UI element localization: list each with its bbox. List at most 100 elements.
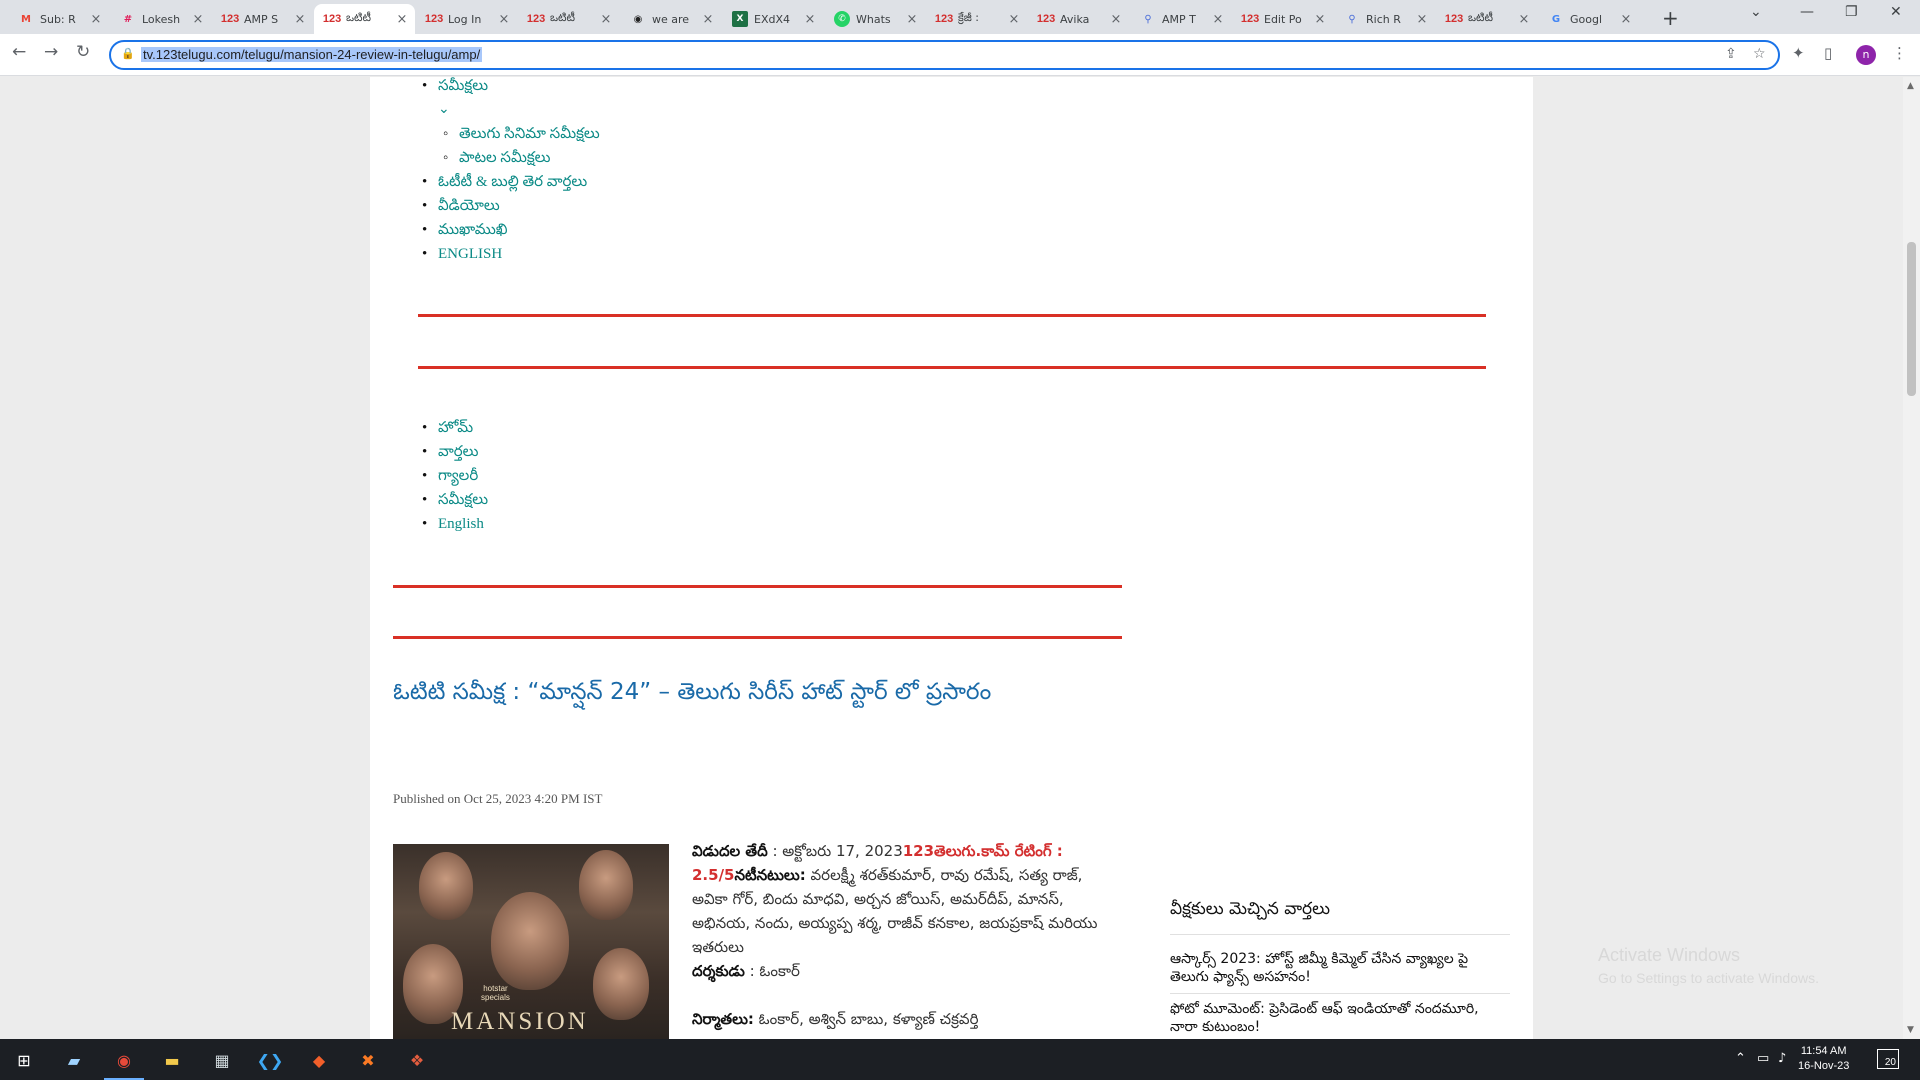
menu-item-english[interactable]: ENGLISH (422, 242, 600, 266)
windows-start-icon[interactable]: ⊞ (12, 1048, 36, 1072)
new-tab-button[interactable]: + (1662, 6, 1679, 30)
address-bar[interactable]: 🔒 tv.123telugu.com/telugu/mansion-24-rev… (109, 40, 1780, 70)
browser-tab[interactable]: X EXdX4 × (722, 4, 823, 34)
sidebar-news-link[interactable]: ఆస్కార్స్ 2023: హోస్ట్ జిమ్మీ కిమ్మెల్ చ… (1170, 950, 1490, 986)
chrome-icon[interactable]: ◉ (104, 1048, 144, 1080)
restore-button[interactable]: ❐ (1845, 4, 1858, 20)
share-icon[interactable]: ⇪ (1725, 46, 1737, 62)
close-tab-icon[interactable]: × (89, 12, 103, 27)
browser-tab[interactable]: G Googl × (1538, 4, 1639, 34)
browser-tab[interactable]: 123 ఒటిటీ × (518, 4, 619, 34)
browser-tab[interactable]: ◉ we are × (620, 4, 721, 34)
movie-poster-image: hotstar specials MANSION (393, 844, 669, 1039)
producers-value: ఓంకార్, అశ్విన్ బాబు, కళ్యాణ్ చక్రవర్తి (753, 1010, 979, 1028)
volume-icon[interactable]: ♪ (1778, 1051, 1786, 1066)
file-explorer-icon[interactable]: ▬ (160, 1048, 184, 1072)
close-tab-icon[interactable]: × (701, 12, 715, 27)
browser-tab[interactable]: ⚲ Rich R × (1334, 4, 1435, 34)
calculator-icon[interactable]: ▦ (210, 1048, 234, 1072)
tray-chevron-icon[interactable]: ⌃ (1735, 1051, 1746, 1066)
forward-icon[interactable]: → (44, 42, 58, 62)
close-tab-icon[interactable]: × (905, 12, 919, 27)
bookmark-star-icon[interactable]: ☆ (1753, 46, 1766, 62)
close-tab-icon[interactable]: × (293, 12, 307, 27)
lock-icon[interactable]: 🔒 (121, 47, 135, 60)
menu-item-reviews[interactable]: సమీక్షలు (422, 488, 488, 512)
close-tab-icon[interactable]: × (1517, 12, 1531, 27)
browser-tab[interactable]: M Sub: R × (8, 4, 109, 34)
menu-item-movie-reviews[interactable]: తెలుగు సినిమా సమీక్షలు (443, 122, 600, 146)
published-date: Published on Oct 25, 2023 4:20 PM IST (393, 791, 603, 806)
divider (418, 314, 1486, 317)
close-tab-icon[interactable]: × (395, 12, 409, 27)
cast-label: నటీనటులు: (734, 866, 806, 884)
menu-item-english[interactable]: English (422, 512, 488, 536)
menu-item-news[interactable]: వార్తలు (422, 440, 488, 464)
close-tab-icon[interactable]: × (497, 12, 511, 27)
vertical-scrollbar[interactable]: ▲ ▼ (1903, 77, 1920, 1039)
menu-item-videos[interactable]: వీడియోలు (422, 194, 600, 218)
menu-kebab-icon[interactable]: ⋮ (1892, 44, 1907, 62)
close-tab-icon[interactable]: × (599, 12, 613, 27)
side-panel-icon[interactable]: ▯ (1824, 44, 1832, 62)
sidebar-title: వీక్షకులు మెచ్చిన వార్తలు (1170, 899, 1331, 919)
brave-icon[interactable]: ◆ (307, 1048, 331, 1072)
browser-tab[interactable]: 123 ఒటిటీ × (1436, 4, 1537, 34)
scrollbar-thumb[interactable] (1907, 242, 1916, 396)
filezilla-icon[interactable]: ❖ (405, 1048, 429, 1072)
menu-item-interviews[interactable]: ముఖాముఖి (422, 218, 600, 242)
close-tab-icon[interactable]: × (1109, 12, 1123, 27)
browser-tab[interactable]: 123 Avika × (1028, 4, 1129, 34)
close-tab-icon[interactable]: × (1415, 12, 1429, 27)
tab-title: ఒటిటీ (1468, 11, 1494, 24)
tab-search-icon[interactable]: ⌄ (1750, 4, 1762, 20)
tab-strip: M Sub: R × # Lokesh × 123 AMP S × 123 ఒటిటీ × 123 Log… (0, 0, 1920, 34)
close-tab-icon[interactable]: × (803, 12, 817, 27)
tab-title: Avika (1060, 12, 1090, 26)
browser-tab[interactable]: 123 ఒటిటీ × (314, 4, 415, 34)
extensions-icon[interactable]: ✦ (1792, 44, 1805, 62)
close-window-button[interactable]: ✕ (1890, 4, 1902, 20)
browser-tab[interactable]: # Lokesh × (110, 4, 211, 34)
browser-tab[interactable]: 123 AMP S × (212, 4, 313, 34)
menu-item-ott-news[interactable]: ఓటీటీ & బుల్లి తెర వార్తలు (422, 170, 600, 194)
reload-icon[interactable]: ↻ (76, 42, 90, 62)
tab-title: ఒటిటీ (346, 11, 372, 24)
tab-title: EXdX4 (754, 12, 791, 26)
web-viewport: సమీక్షలు ⌄ తెలుగు సినిమా సమీక్షలు పాటల స… (0, 77, 1920, 1039)
browser-tab[interactable]: 123 Log In × (416, 4, 517, 34)
article-headline: ఓటిటి సమీక్ష : “మాన్షన్ 24” – తెలుగు సిర… (393, 679, 992, 705)
scroll-down-icon[interactable]: ▼ (1907, 1025, 1914, 1035)
menu-item-reviews[interactable]: సమీక్షలు (422, 77, 600, 98)
windows-taskbar: ⊞ ▰ ◉ ▬ ▦ ❮❯ ◆ ✖ ❖ ⌃ ▭ ♪ 11:54 AM 16-Nov… (0, 1039, 1920, 1080)
browser-tab[interactable]: ⚲ AMP T × (1130, 4, 1231, 34)
back-icon[interactable]: ← (12, 42, 26, 62)
browser-tab[interactable]: 123 Edit Po × (1232, 4, 1333, 34)
profile-avatar[interactable]: n (1856, 45, 1876, 65)
xampp-icon[interactable]: ✖ (356, 1048, 380, 1072)
vscode-icon[interactable]: ❮❯ (257, 1048, 284, 1072)
sidebar-news-link[interactable]: ఫోటో మూమెంట్: ప్రెసిడెంట్ ఆఫ్ ఇండియాతో న… (1170, 1000, 1490, 1036)
notepad-icon[interactable]: ▰ (62, 1048, 86, 1072)
tab-title: AMP T (1162, 12, 1196, 26)
notification-center-icon[interactable]: 20 (1877, 1049, 1899, 1069)
browser-tab[interactable]: 123 క్రేజీ : × (926, 4, 1027, 34)
close-tab-icon[interactable]: × (1619, 12, 1633, 27)
close-tab-icon[interactable]: × (1313, 12, 1327, 27)
close-tab-icon[interactable]: × (191, 12, 205, 27)
close-tab-icon[interactable]: × (1007, 12, 1021, 27)
browser-tab[interactable]: ✆ Whats × (824, 4, 925, 34)
menu-item-gallery[interactable]: గ్యాలరీ (422, 464, 488, 488)
network-icon[interactable]: ▭ (1757, 1051, 1769, 1066)
menu-item-song-reviews[interactable]: పాటల సమీక్షలు (443, 146, 600, 170)
chevron-down-icon[interactable]: ⌄ (438, 98, 600, 122)
director-value: : ఓంకార్ (744, 962, 800, 980)
scroll-up-icon[interactable]: ▲ (1907, 81, 1914, 91)
tab-title: Rich R (1366, 12, 1401, 26)
url-text[interactable]: tv.123telugu.com/telugu/mansion-24-revie… (141, 47, 483, 62)
close-tab-icon[interactable]: × (1211, 12, 1225, 27)
menu-item-home[interactable]: హోమ్ (422, 416, 488, 440)
minimize-button[interactable]: — (1800, 4, 1814, 20)
eye-icon: ◉ (633, 13, 643, 25)
system-clock[interactable]: 11:54 AM 16-Nov-23 (1798, 1044, 1849, 1074)
